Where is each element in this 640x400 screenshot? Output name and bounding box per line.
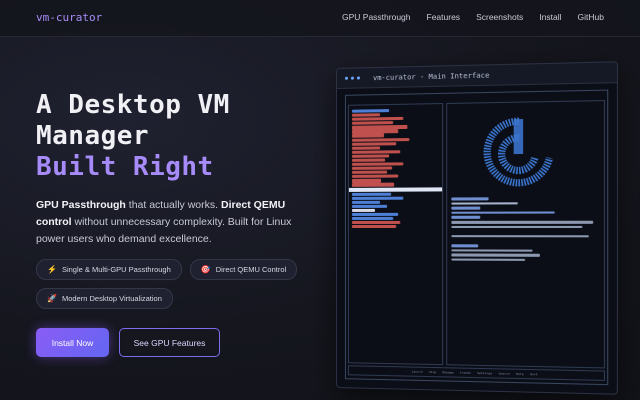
vm-list-pane <box>348 103 443 365</box>
pill-qemu-control: 🎯 Direct QEMU Control <box>190 259 297 280</box>
pill-modern-virtualization: 🚀 Modern Desktop Virtualization <box>36 288 173 309</box>
hero-title-line1: A Desktop VM <box>36 90 336 121</box>
lead-bold-gpu: GPU Passthrough <box>36 199 126 211</box>
pill-label: Modern Desktop Virtualization <box>62 294 162 303</box>
cta-buttons: Install Now See GPU Features <box>36 328 220 357</box>
brand-logo[interactable]: vm-curator <box>36 11 102 24</box>
hero-section: A Desktop VM Manager Built Right GPU Pas… <box>36 90 336 248</box>
nav-link-gpu-passthrough[interactable]: GPU Passthrough <box>342 12 411 22</box>
see-gpu-features-button[interactable]: See GPU Features <box>119 328 220 357</box>
footer-help: Help <box>516 372 524 376</box>
target-icon: 🎯 <box>201 265 211 274</box>
os-logo-icon <box>482 115 555 198</box>
footer-launch: Launch <box>412 370 423 374</box>
selected-vm-row[interactable] <box>349 187 442 192</box>
hero-title: A Desktop VM Manager Built Right <box>36 90 336 183</box>
nav-link-screenshots[interactable]: Screenshots <box>476 12 523 22</box>
pill-label: Single & Multi-GPU Passthrough <box>62 265 171 274</box>
hero-title-accent: Built Right <box>36 152 336 183</box>
install-now-button[interactable]: Install Now <box>36 328 109 357</box>
terminal-ui: Launch Stop Manage Create Settings Searc… <box>345 90 608 386</box>
window-dot-icon <box>345 77 348 80</box>
footer-create: Create <box>460 371 471 375</box>
vm-info-text <box>451 197 600 264</box>
pill-gpu-passthrough: ⚡ Single & Multi-GPU Passthrough <box>36 259 182 280</box>
footer-stop: Stop <box>429 370 436 374</box>
vm-detail-pane <box>446 100 605 368</box>
nav-link-github[interactable]: GitHub <box>578 12 604 22</box>
window-titlebar: vm-curator - Main Interface <box>337 62 617 89</box>
rocket-icon: 🚀 <box>47 294 57 303</box>
nav-link-install[interactable]: Install <box>539 12 561 22</box>
feature-pills: ⚡ Single & Multi-GPU Passthrough 🎯 Direc… <box>36 259 326 309</box>
hero-title-line2: Manager <box>36 121 336 152</box>
nav-links: GPU Passthrough Features Screenshots Ins… <box>342 12 604 22</box>
lead-text-2: without unnecessary complexity. Built fo… <box>36 216 291 245</box>
footer-manage: Manage <box>442 370 453 374</box>
footer-search: Search <box>498 371 509 375</box>
pill-label: Direct QEMU Control <box>216 265 286 274</box>
window-dot-icon <box>351 77 354 80</box>
lead-text-1: that actually works. <box>126 199 221 211</box>
footer-quit: Quit <box>530 372 538 376</box>
footer-settings: Settings <box>477 371 492 375</box>
lightning-icon: ⚡ <box>47 265 57 274</box>
hero-description: GPU Passthrough that actually works. Dir… <box>36 197 306 248</box>
window-dot-icon <box>357 76 360 79</box>
os-logo-ascii <box>460 111 518 193</box>
nav-link-features[interactable]: Features <box>427 12 461 22</box>
app-screenshot-window: vm-curator - Main Interface Launch Stop … <box>336 61 618 395</box>
top-navbar: vm-curator GPU Passthrough Features Scre… <box>0 0 640 37</box>
window-title: vm-curator - Main Interface <box>373 71 489 82</box>
